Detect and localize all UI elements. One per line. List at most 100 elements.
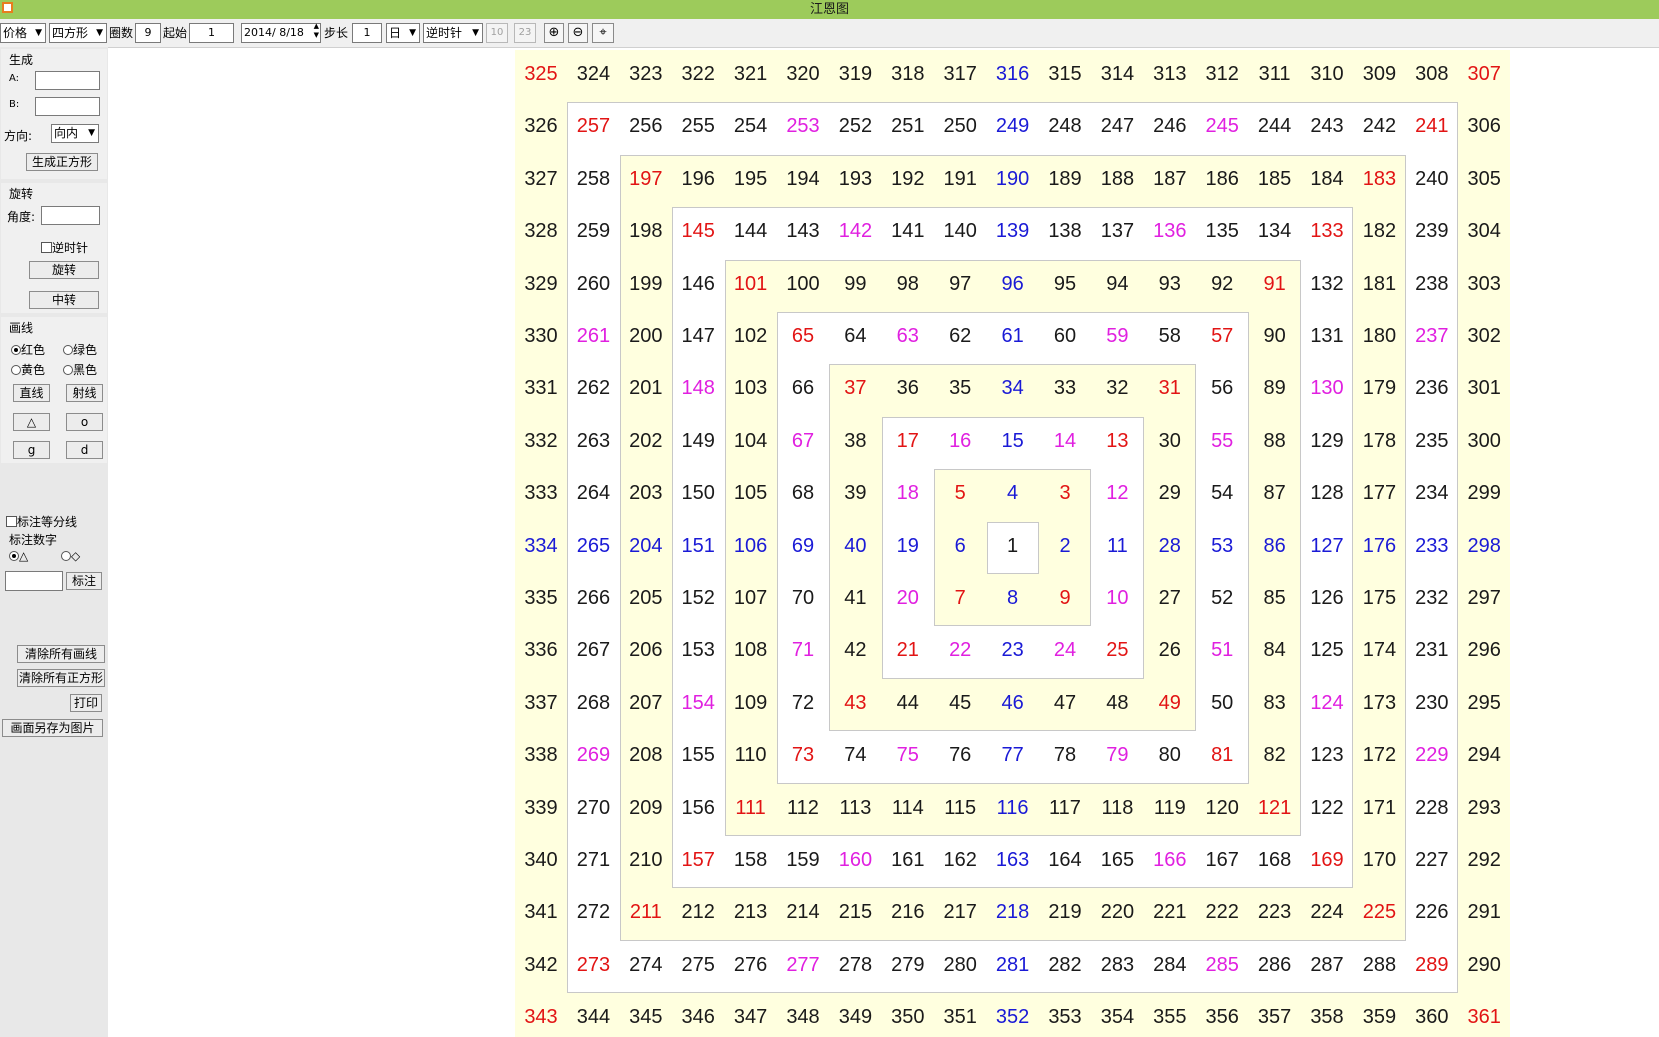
- grid-cell[interactable]: 303: [1458, 258, 1510, 310]
- grid-cell[interactable]: 259: [567, 205, 619, 257]
- grid-cell[interactable]: 248: [1039, 100, 1091, 152]
- grid-cell[interactable]: 83: [1249, 677, 1301, 729]
- grid-cell[interactable]: 85: [1249, 572, 1301, 624]
- grid-cell[interactable]: 32: [1091, 362, 1143, 414]
- grid-cell[interactable]: 7: [934, 572, 986, 624]
- grid-cell[interactable]: 60: [1039, 310, 1091, 362]
- grid-cell[interactable]: 249: [987, 100, 1039, 152]
- grid-cell[interactable]: 266: [567, 572, 619, 624]
- grid-cell[interactable]: 38: [829, 415, 881, 467]
- grid-cell[interactable]: 309: [1353, 50, 1405, 100]
- grid-cell[interactable]: 338: [515, 729, 567, 781]
- grid-cell[interactable]: 256: [620, 100, 672, 152]
- grid-cell[interactable]: 167: [1196, 834, 1248, 886]
- grid-cell[interactable]: 235: [1406, 415, 1458, 467]
- grid-cell[interactable]: 242: [1353, 100, 1405, 152]
- grid-cell[interactable]: 349: [829, 991, 881, 1037]
- grid-cell[interactable]: 206: [620, 624, 672, 676]
- grid-cell[interactable]: 294: [1458, 729, 1510, 781]
- grid-cell[interactable]: 180: [1353, 310, 1405, 362]
- rotate-button[interactable]: 旋转: [29, 261, 99, 279]
- grid-cell[interactable]: 102: [725, 310, 777, 362]
- grid-cell[interactable]: 355: [1144, 991, 1196, 1037]
- grid-cell[interactable]: 240: [1406, 153, 1458, 205]
- diamond-radio[interactable]: ◇: [61, 549, 80, 563]
- grid-cell[interactable]: 318: [882, 50, 934, 100]
- grid-cell[interactable]: 115: [934, 782, 986, 834]
- grid-cell[interactable]: 230: [1406, 677, 1458, 729]
- grid-cell[interactable]: 331: [515, 362, 567, 414]
- grid-cell[interactable]: 156: [672, 782, 724, 834]
- grid-cell[interactable]: 1: [987, 520, 1039, 572]
- grid-cell[interactable]: 233: [1406, 520, 1458, 572]
- grid-cell[interactable]: 252: [829, 100, 881, 152]
- grid-cell[interactable]: 113: [829, 782, 881, 834]
- grid-cell[interactable]: 88: [1249, 415, 1301, 467]
- grid-cell[interactable]: 107: [725, 572, 777, 624]
- grid-cell[interactable]: 161: [882, 834, 934, 886]
- grid-cell[interactable]: 172: [1353, 729, 1405, 781]
- grid-cell[interactable]: 133: [1301, 205, 1353, 257]
- grid-cell[interactable]: 13: [1091, 415, 1143, 467]
- rings-input[interactable]: 9: [135, 23, 161, 43]
- grid-cell[interactable]: 327: [515, 153, 567, 205]
- grid-cell[interactable]: 219: [1039, 886, 1091, 938]
- grid-cell[interactable]: 154: [672, 677, 724, 729]
- grid-cell[interactable]: 104: [725, 415, 777, 467]
- grid-cell[interactable]: 125: [1301, 624, 1353, 676]
- grid-cell[interactable]: 353: [1039, 991, 1091, 1037]
- grid-cell[interactable]: 84: [1249, 624, 1301, 676]
- grid-cell[interactable]: 332: [515, 415, 567, 467]
- grid-cell[interactable]: 239: [1406, 205, 1458, 257]
- grid-cell[interactable]: 112: [777, 782, 829, 834]
- grid-cell[interactable]: 71: [777, 624, 829, 676]
- grid-cell[interactable]: 276: [725, 939, 777, 991]
- grid-cell[interactable]: 95: [1039, 258, 1091, 310]
- grid-cell[interactable]: 215: [829, 886, 881, 938]
- grid-cell[interactable]: 35: [934, 362, 986, 414]
- grid-cell[interactable]: 218: [987, 886, 1039, 938]
- grid-cell[interactable]: 214: [777, 886, 829, 938]
- grid-cell[interactable]: 285: [1196, 939, 1248, 991]
- grid-cell[interactable]: 254: [725, 100, 777, 152]
- grid-cell[interactable]: 147: [672, 310, 724, 362]
- line-button[interactable]: 直线: [13, 384, 50, 402]
- grid-cell[interactable]: 18: [882, 467, 934, 519]
- grid-cell[interactable]: 328: [515, 205, 567, 257]
- grid-cell[interactable]: 297: [1458, 572, 1510, 624]
- grid-cell[interactable]: 130: [1301, 362, 1353, 414]
- grid-cell[interactable]: 120: [1196, 782, 1248, 834]
- grid-cell[interactable]: 138: [1039, 205, 1091, 257]
- grid-cell[interactable]: 271: [567, 834, 619, 886]
- period-select[interactable]: 日 ▼: [386, 23, 420, 43]
- triangle-button[interactable]: △: [13, 413, 50, 431]
- grid-cell[interactable]: 292: [1458, 834, 1510, 886]
- grid-cell[interactable]: 50: [1196, 677, 1248, 729]
- grid-cell[interactable]: 238: [1406, 258, 1458, 310]
- grid-cell[interactable]: 103: [725, 362, 777, 414]
- grid-cell[interactable]: 171: [1353, 782, 1405, 834]
- grid-cell[interactable]: 202: [620, 415, 672, 467]
- grid-cell[interactable]: 354: [1091, 991, 1143, 1037]
- grid-cell[interactable]: 89: [1249, 362, 1301, 414]
- grid-cell[interactable]: 11: [1091, 520, 1143, 572]
- grid-cell[interactable]: 29: [1144, 467, 1196, 519]
- grid-cell[interactable]: 74: [829, 729, 881, 781]
- grid-cell[interactable]: 54: [1196, 467, 1248, 519]
- grid-cell[interactable]: 51: [1196, 624, 1248, 676]
- zoom-out-button[interactable]: ⊖: [568, 23, 588, 43]
- grid-cell[interactable]: 157: [672, 834, 724, 886]
- grid-cell[interactable]: 17: [882, 415, 934, 467]
- grid-cell[interactable]: 5: [934, 467, 986, 519]
- grid-cell[interactable]: 75: [882, 729, 934, 781]
- grid-cell[interactable]: 270: [567, 782, 619, 834]
- grid-cell[interactable]: 6: [934, 520, 986, 572]
- grid-cell[interactable]: 246: [1144, 100, 1196, 152]
- grid-cell[interactable]: 231: [1406, 624, 1458, 676]
- grid-cell[interactable]: 70: [777, 572, 829, 624]
- grid-cell[interactable]: 121: [1249, 782, 1301, 834]
- grid-cell[interactable]: 185: [1249, 153, 1301, 205]
- grid-cell[interactable]: 339: [515, 782, 567, 834]
- grid-cell[interactable]: 16: [934, 415, 986, 467]
- grid-cell[interactable]: 19: [882, 520, 934, 572]
